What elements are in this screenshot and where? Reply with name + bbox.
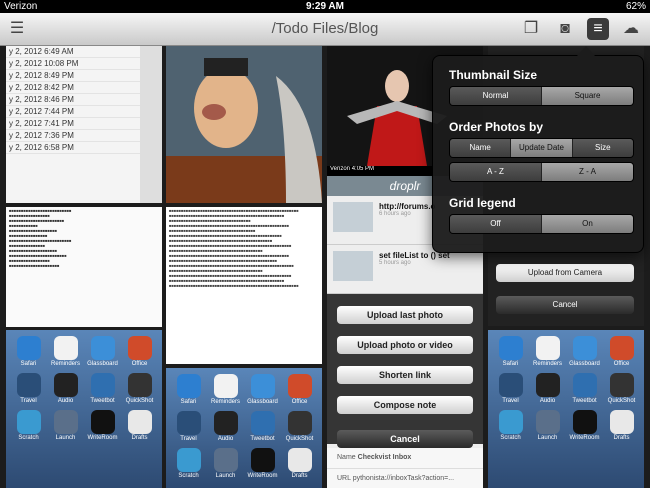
clock: 9:29 AM	[306, 1, 344, 12]
segment-normal[interactable]: Normal	[450, 87, 542, 105]
app-icon: Scratch	[172, 448, 205, 479]
list-item: y 2, 2012 8:49 PM	[6, 70, 162, 82]
app-icon: QuickShot	[605, 373, 638, 404]
battery-label: 62%	[625, 1, 646, 12]
shorten-link-button[interactable]: Shorten link	[337, 366, 473, 384]
app-icon: Scratch	[12, 410, 45, 441]
app-icon: Safari	[172, 374, 205, 405]
settings-popover: Thumbnail Size Normal Square Order Photo…	[432, 46, 644, 253]
app-icon: QuickShot	[283, 411, 316, 442]
copy-icon[interactable]: ❐	[520, 18, 542, 40]
segment-square[interactable]: Square	[542, 87, 633, 105]
list-item: y 2, 2012 6:58 PM	[6, 142, 162, 154]
thumb-file-list[interactable]: y 2, 2012 6:49 AM y 2, 2012 10:08 PM y 2…	[6, 46, 162, 203]
app-icon: Travel	[172, 411, 205, 442]
status-bar: Verizon 9:29 AM 62%	[0, 0, 650, 13]
upload-from-camera-button[interactable]: Upload from Camera	[496, 264, 634, 282]
list-item: y 2, 2012 7:41 PM	[6, 118, 162, 130]
app-icon: Launch	[49, 410, 82, 441]
app-icon: Office	[123, 336, 156, 367]
cancel-button[interactable]: Cancel	[337, 430, 473, 448]
list-item: y 2, 2012 7:36 PM	[6, 130, 162, 142]
thumb-homescreen-2[interactable]: Safari Reminders Glassboard Office Trave…	[166, 368, 322, 488]
list-item: y 2, 2012 6:49 AM	[6, 46, 162, 58]
segment-size[interactable]: Size	[572, 139, 633, 157]
app-icon: Reminders	[531, 336, 564, 367]
app-icon: Launch	[531, 410, 564, 441]
app-icon: Travel	[12, 373, 45, 404]
app-icon: Office	[283, 374, 316, 405]
app-icon: Travel	[494, 373, 527, 404]
name-value: Checkvist Inbox	[357, 454, 412, 461]
name-label: Name	[337, 454, 356, 461]
cartoon-illustration	[166, 46, 322, 203]
url-label: URL	[337, 475, 351, 482]
list-item: y 2, 2012 7:44 PM	[6, 106, 162, 118]
grid-legend-control: Off On	[449, 214, 634, 234]
thumb-homescreen-3[interactable]: Safari Reminders Glassboard Office Trave…	[488, 330, 644, 488]
code-snippet: ■■■■■■■■■■■■■■■■■■■■■■■■■■ ■■■■■■■■■■■■■■…	[9, 210, 72, 269]
compose-note-button[interactable]: Compose note	[337, 396, 473, 414]
thumb-code-editor[interactable]: ■■■■■■■■■■■■■■■■■■■■■■■■■■ ■■■■■■■■■■■■■■…	[6, 207, 162, 327]
app-icon: Audio	[531, 373, 564, 404]
app-icon: Drafts	[283, 448, 316, 479]
url-value: pythonista://inboxTask?action=...	[352, 475, 455, 482]
action-sheet: Upload last photo Upload photo or video …	[327, 294, 483, 448]
list-item: y 2, 2012 8:42 PM	[6, 82, 162, 94]
app-icon: Tweetbot	[86, 373, 119, 404]
log-snippet: ■■■■■■■■■■■■■■■■■■■■■■■■■■■■■■■■■■■■■■■■…	[169, 210, 299, 289]
app-icon: WriteRoom	[246, 448, 279, 479]
thumb-text-log[interactable]: ■■■■■■■■■■■■■■■■■■■■■■■■■■■■■■■■■■■■■■■■…	[166, 207, 322, 364]
segment-z-a[interactable]: Z - A	[542, 163, 633, 181]
grid-legend-title: Grid legend	[449, 196, 516, 210]
app-icon: Office	[605, 336, 638, 367]
upload-last-photo-button[interactable]: Upload last photo	[337, 306, 473, 324]
app-icon: Reminders	[49, 336, 82, 367]
app-icon: Glassboard	[86, 336, 119, 367]
order-photos-title: Order Photos by	[449, 120, 544, 134]
app-icon: Glassboard	[246, 374, 279, 405]
app-icon: Scratch	[494, 410, 527, 441]
segment-update-date[interactable]: Update Date	[511, 139, 573, 157]
app-icon: Drafts	[605, 410, 638, 441]
app-icon: QuickShot	[123, 373, 156, 404]
thumb-homescreen-1[interactable]: Safari Reminders Glassboard Office Trave…	[6, 330, 162, 488]
app-icon: WriteRoom	[86, 410, 119, 441]
app-icon: Safari	[12, 336, 45, 367]
segment-on[interactable]: On	[542, 215, 633, 233]
page-title: /Todo Files/Blog	[271, 20, 379, 37]
cloud-icon[interactable]: ☁	[620, 18, 642, 40]
nav-bar: ☰ /Todo Files/Blog ❐ ◙ ≡ ☁	[0, 13, 650, 46]
app-icon: Tweetbot	[246, 411, 279, 442]
app-icon: Tweetbot	[568, 373, 601, 404]
thumb-cartoon[interactable]	[166, 46, 322, 203]
upload-photo-video-button[interactable]: Upload photo or video	[337, 336, 473, 354]
app-icon: Audio	[209, 411, 242, 442]
segment-name[interactable]: Name	[450, 139, 512, 157]
camera-icon[interactable]: ◙	[554, 18, 576, 40]
app-icon: WriteRoom	[568, 410, 601, 441]
sidebar-strip	[140, 46, 162, 203]
thumbnail-size-title: Thumbnail Size	[449, 68, 538, 82]
app-icon: Glassboard	[568, 336, 601, 367]
app-icon: Audio	[49, 373, 82, 404]
settings-sliders-icon[interactable]: ≡	[587, 18, 609, 40]
detail-panel: Name Checkvist Inbox URL pythonista://in…	[327, 448, 483, 488]
thumbnail-size-control: Normal Square	[449, 86, 634, 106]
app-icon: Safari	[494, 336, 527, 367]
segment-a-z[interactable]: A - Z	[450, 163, 542, 181]
camera-cancel-button[interactable]: Cancel	[496, 296, 634, 314]
app-icon: Launch	[209, 448, 242, 479]
app-icon: Drafts	[123, 410, 156, 441]
order-photos-control: Name Update Date Size	[449, 138, 634, 158]
list-item: y 2, 2012 8:46 PM	[6, 94, 162, 106]
order-direction-control: A - Z Z - A	[449, 162, 634, 182]
list-item: y 2, 2012 10:08 PM	[6, 58, 162, 70]
segment-off[interactable]: Off	[450, 215, 542, 233]
app-icon: Reminders	[209, 374, 242, 405]
